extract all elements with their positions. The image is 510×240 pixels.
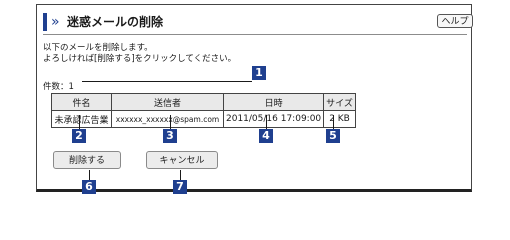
delete-button[interactable]: 削除する (53, 151, 121, 169)
callout-1-leader-h (82, 81, 252, 82)
callout-5: 5 (326, 129, 340, 143)
column-header-sender: 送信者 (111, 93, 224, 111)
callout-6: 6 (82, 180, 96, 194)
column-header-subject: 件名 (51, 93, 112, 111)
cell-subject: 未承認広告業 (51, 110, 112, 128)
count-label: 件数： (43, 82, 69, 92)
cell-date: 2011/05/16 17:09:00 (222, 110, 325, 128)
title-divider (43, 34, 467, 35)
table-header-row: 件名 送信者 日時 サイズ (51, 93, 356, 111)
callout-5-leader (333, 115, 334, 129)
mail-table: 件名 送信者 日時 サイズ 未承認広告業 xxxxxx_xxxxxx@spam.… (51, 93, 356, 128)
callout-4-leader (266, 115, 267, 129)
callout-7-leader (180, 170, 181, 180)
count-value: 1 (68, 82, 74, 92)
callout-7: 7 (173, 180, 187, 194)
table-row: 未承認広告業 xxxxxx_xxxxxx@spam.com 2011/05/16… (51, 110, 356, 128)
page-title: 迷惑メールの削除 (67, 15, 164, 29)
callout-2-leader (79, 115, 80, 129)
callout-3-leader (170, 115, 171, 129)
column-header-size: サイズ (323, 93, 356, 111)
callout-1: 1 (252, 66, 266, 80)
cell-size: 2 KB (323, 110, 356, 128)
instructions: 以下のメールを削除します。 よろしければ[削除する]をクリックしてください。 (43, 43, 236, 65)
callout-6-leader (89, 170, 90, 180)
callout-4: 4 (259, 129, 273, 143)
instruction-line-1: 以下のメールを削除します。 (43, 43, 153, 53)
help-button[interactable]: ヘルプ (437, 14, 473, 28)
cell-sender: xxxxxx_xxxxxx@spam.com (111, 110, 224, 128)
callout-3: 3 (163, 129, 177, 143)
instruction-line-2: よろしければ[削除する]をクリックしてください。 (43, 54, 237, 64)
cancel-button[interactable]: キャンセル (146, 151, 218, 169)
chevron-double-right-icon: » (51, 14, 60, 30)
delete-spam-dialog: » 迷惑メールの削除 ヘルプ 以下のメールを削除します。 よろしければ[削除する… (36, 4, 473, 192)
message-count: 件数：1 (43, 82, 74, 93)
column-header-date: 日時 (222, 93, 325, 111)
title-bar: » 迷惑メールの削除 ヘルプ (43, 13, 473, 31)
callout-2: 2 (72, 129, 86, 143)
title-accent-bar (43, 13, 47, 31)
